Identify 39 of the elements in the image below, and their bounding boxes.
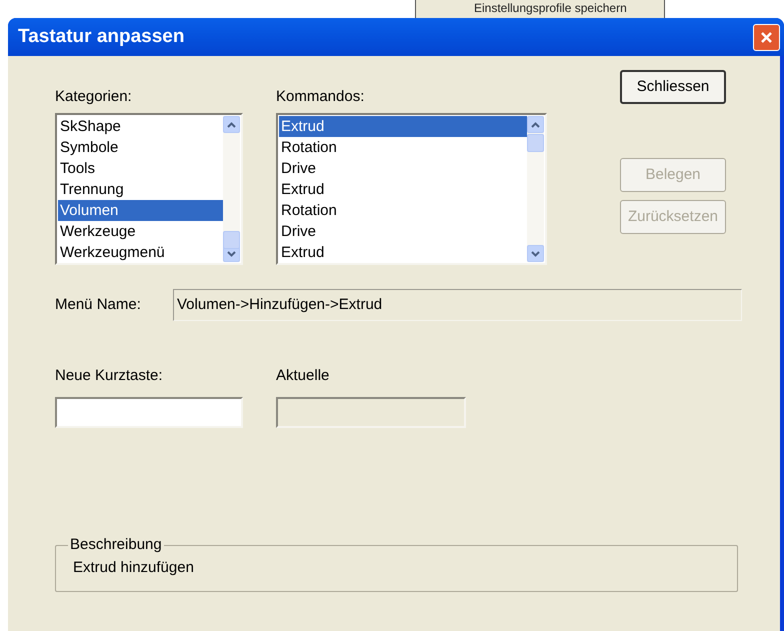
shortcut-input-field[interactable]: [55, 397, 243, 428]
list-item[interactable]: Drive: [279, 221, 527, 242]
field-label: Menü Name:: [55, 294, 142, 315]
list-item[interactable]: Drive: [279, 158, 527, 179]
chevron-up-icon: [227, 122, 236, 128]
list-item[interactable]: Extrud: [279, 242, 527, 263]
menu-name-field: Volumen->Hinzufügen->Extrud: [173, 289, 742, 321]
dialog-button[interactable]: Schliessen: [620, 70, 726, 104]
window-title: Tastatur anpassen: [18, 24, 184, 49]
list-item[interactable]: Tools: [58, 158, 223, 179]
field-label: Kommandos:: [276, 87, 366, 107]
close-icon: [760, 30, 773, 44]
list-item[interactable]: Extrud: [279, 179, 527, 200]
list-item[interactable]: Trennung: [58, 179, 223, 200]
chevron-down-icon: [227, 250, 236, 256]
menu-item[interactable]: Einstellungsprofile speichern: [416, 1, 664, 15]
list-item[interactable]: Werkzeuge: [58, 221, 223, 242]
field-label: Kategorien:: [55, 87, 133, 107]
scroll-arrow-button[interactable]: [527, 245, 544, 262]
scroll-arrow-button[interactable]: [527, 116, 544, 133]
list-item[interactable]: Symbole: [58, 137, 223, 158]
list-item[interactable]: Rotation: [279, 200, 527, 221]
list-item[interactable]: Werkzeugmenü: [58, 242, 223, 263]
field-label: Neue Kurztaste:: [55, 366, 164, 386]
list-item[interactable]: SkShape: [58, 116, 223, 137]
scrollbar-thumb[interactable]: [527, 134, 544, 152]
list-item[interactable]: Volumen: [58, 200, 223, 221]
close-button[interactable]: [753, 24, 780, 50]
group-label: Beschreibung: [69, 535, 163, 555]
field-label: Aktuelle: [276, 366, 330, 386]
scrollbar-thumb[interactable]: [223, 231, 240, 249]
scroll-arrow-button[interactable]: [223, 116, 240, 133]
chevron-down-icon: [531, 250, 540, 256]
list-item[interactable]: Extrud: [279, 116, 527, 137]
list-item[interactable]: Rotation: [279, 137, 527, 158]
chevron-up-icon: [531, 122, 540, 128]
description-text: Extrud hinzufügen: [73, 558, 194, 576]
scrollbar[interactable]: [527, 116, 544, 262]
scrollbar[interactable]: [223, 116, 240, 262]
